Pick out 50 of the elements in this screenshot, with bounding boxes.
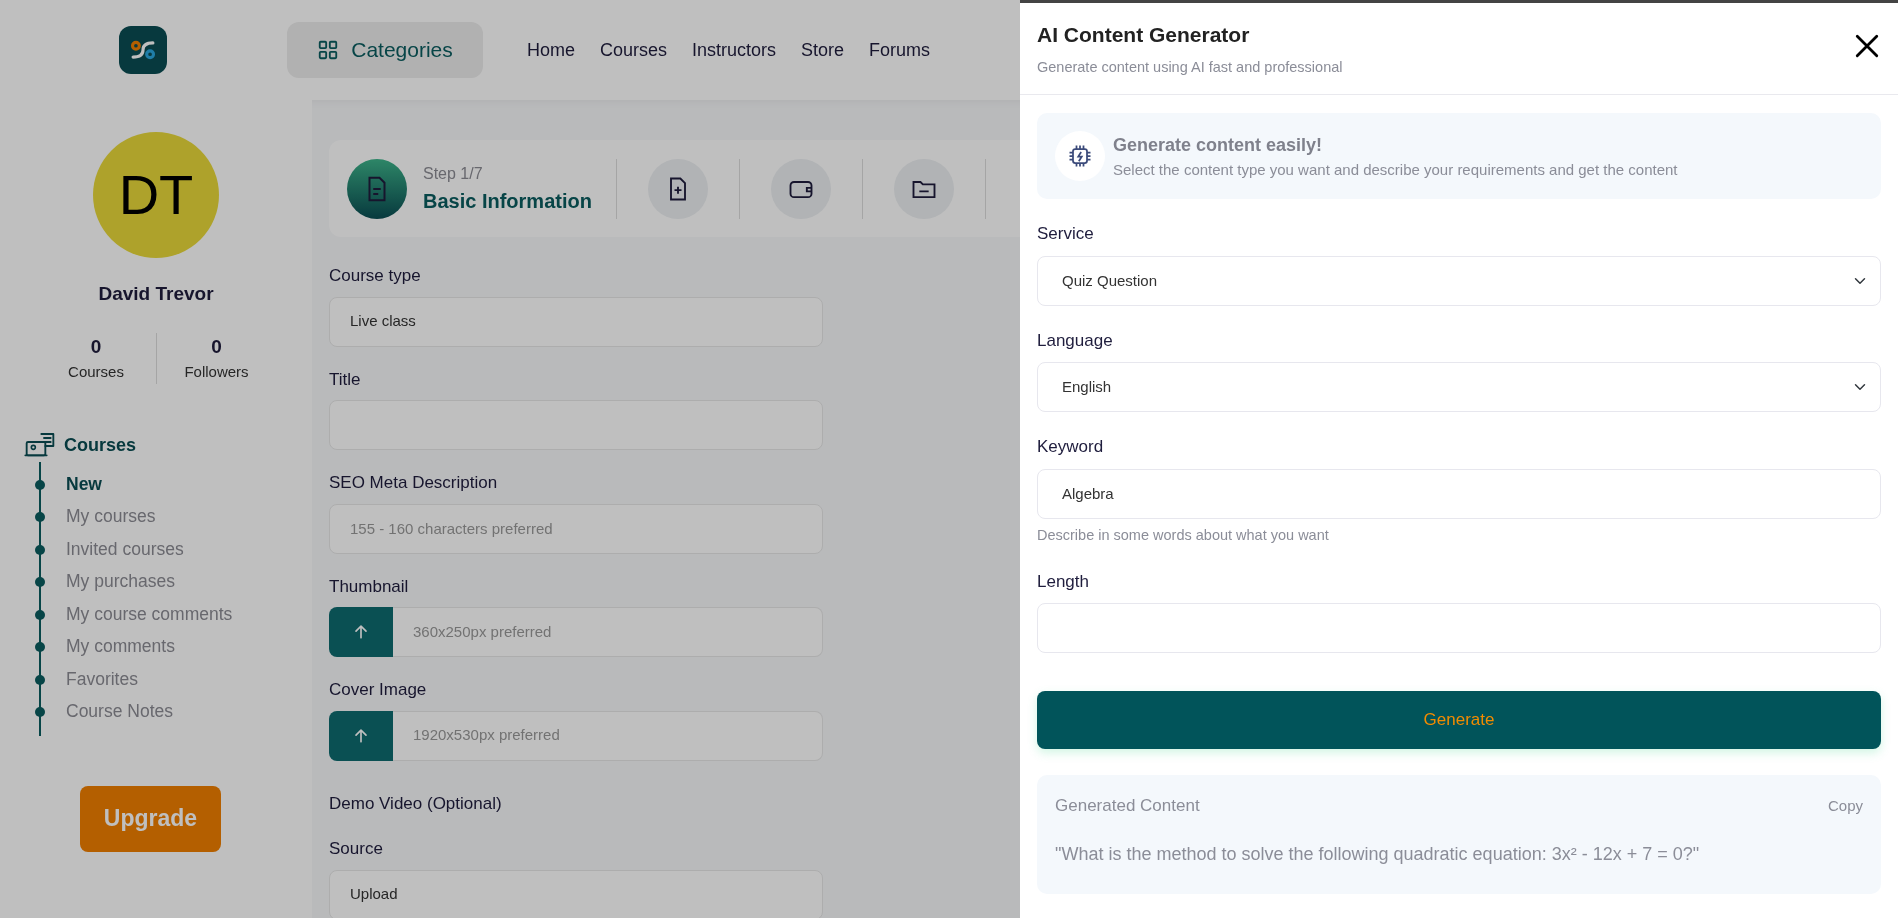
field-label: Language	[1037, 329, 1113, 352]
user-name: David Trevor	[97, 282, 215, 306]
select-field[interactable]: Live class	[329, 296, 823, 347]
field-label: Thumbnail	[329, 575, 409, 598]
drawer-subtitle: Generate content using AI fast and professional	[1037, 57, 1344, 77]
stat-label: Followers	[183, 362, 250, 382]
step-label: Step 1/7	[423, 163, 484, 184]
categories-button[interactable]: Categories	[287, 22, 483, 78]
grid-icon	[317, 39, 340, 61]
drawer-title: AI Content Generator	[1037, 22, 1251, 48]
field-label: Course type	[329, 265, 421, 287]
stat-label: Courses	[67, 362, 125, 382]
avatar: DT	[93, 132, 219, 258]
input-field[interactable]: Algebra	[1037, 468, 1881, 519]
nav-link[interactable]: Home	[527, 36, 575, 64]
nav-link[interactable]: Courses	[600, 36, 668, 64]
result-title: Generated Content	[1055, 795, 1200, 817]
input-field[interactable]: 155 - 160 characters preferred	[329, 503, 823, 554]
result-text: "What is the method to solve the following quadratic equation: 3x² - 12x + 7 = 0?"	[1055, 842, 1701, 866]
upload-button[interactable]	[329, 710, 393, 761]
field-label: Source	[329, 838, 383, 860]
field-label: Title	[329, 368, 361, 391]
info-text: Select the content type you want and describe your requirements and get the content	[1113, 159, 1678, 180]
sidebar-item[interactable]: New	[66, 467, 102, 500]
logo-icon[interactable]	[119, 26, 167, 74]
info-title: Generate content easily!	[1113, 133, 1324, 157]
nav-link[interactable]: Instructors	[692, 36, 777, 64]
stat-value: 0	[210, 334, 223, 359]
field-label: SEO Meta Description	[329, 472, 498, 494]
select-field[interactable]: Quiz Question	[1037, 255, 1881, 306]
upload-button[interactable]	[329, 607, 393, 657]
field-label: Service	[1037, 223, 1094, 246]
select-field[interactable]: Upload	[329, 869, 823, 918]
input-field[interactable]	[1037, 603, 1881, 653]
input-field[interactable]: 360x250px preferred	[393, 607, 823, 657]
chip-icon	[1055, 131, 1105, 182]
field-label: Cover Image	[329, 679, 427, 701]
menu-heading: Courses	[64, 434, 137, 457]
select-field[interactable]: English	[1037, 362, 1881, 413]
field-hint: Describe in some words about what you want	[1037, 525, 1330, 545]
close-button[interactable]	[1854, 33, 1880, 59]
step-title: Basic Information	[423, 188, 592, 214]
field-label: Keyword	[1037, 436, 1104, 459]
nav-link[interactable]: Forums	[869, 36, 931, 64]
field-label: Length	[1037, 570, 1089, 593]
generate-button[interactable]: Generate	[1037, 691, 1881, 749]
stat-value: 0	[89, 334, 103, 359]
input-field[interactable]: 1920x530px preferred	[393, 710, 823, 761]
section-heading: Demo Video (Optional)	[329, 792, 502, 815]
nav-link[interactable]: Store	[801, 36, 845, 64]
